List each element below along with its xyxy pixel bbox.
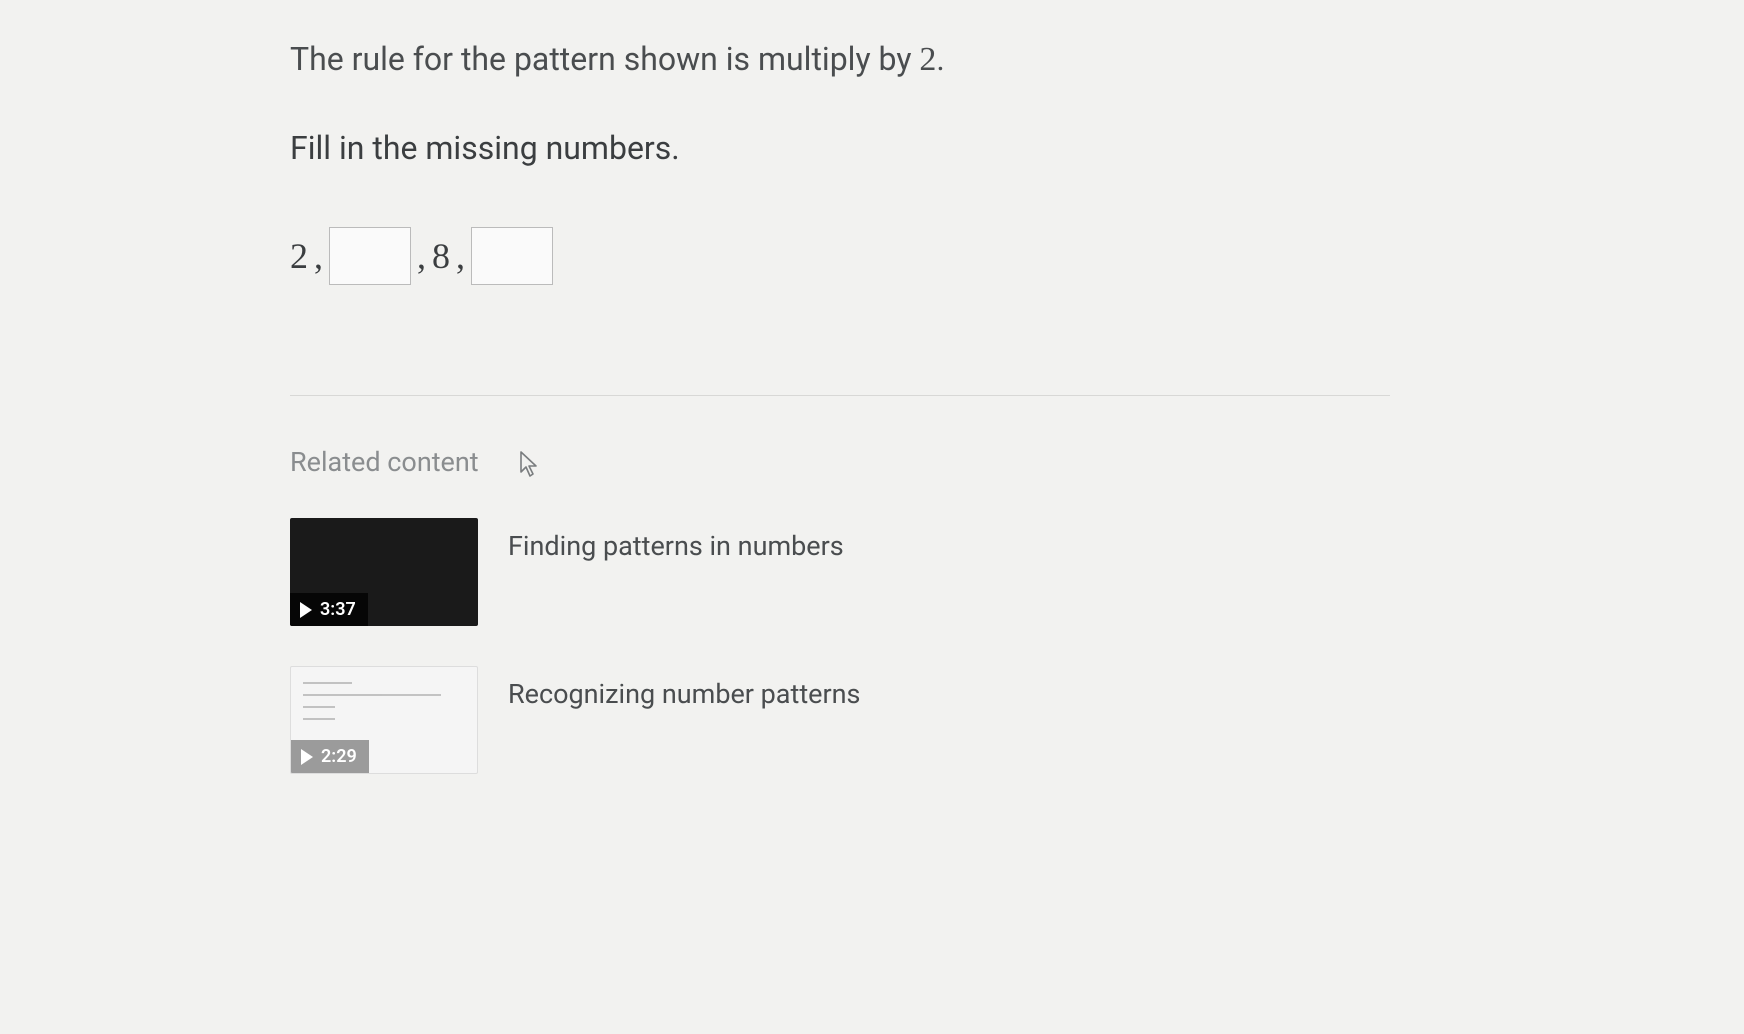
sequence-separator: ,	[417, 235, 426, 277]
related-content-heading: Related content	[290, 446, 479, 478]
cursor-pointer-icon	[518, 450, 544, 484]
number-sequence: 2, , 8,	[290, 227, 1200, 285]
video-thumbnail: 2:29	[290, 666, 478, 774]
section-divider	[290, 395, 1390, 396]
question-rule-text: The rule for the pattern shown is multip…	[290, 40, 1200, 79]
play-icon	[300, 602, 312, 618]
video-thumbnail: 3:37	[290, 518, 478, 626]
video-duration-badge: 2:29	[291, 740, 369, 773]
sequence-term-1: 2	[290, 235, 308, 277]
question-rule-suffix: .	[936, 40, 944, 78]
exercise-content: The rule for the pattern shown is multip…	[0, 0, 1200, 774]
question-rule-prefix: The rule for the pattern shown is multip…	[290, 40, 919, 78]
sequence-separator: ,	[314, 235, 323, 277]
question-rule-number: 2	[919, 41, 936, 78]
sequence-term-3: 8	[432, 235, 450, 277]
thumbnail-content-preview	[303, 682, 465, 732]
play-icon	[301, 749, 313, 765]
sequence-input-2[interactable]	[471, 227, 553, 285]
sequence-input-1[interactable]	[329, 227, 411, 285]
related-video-item[interactable]: 3:37 Finding patterns in numbers	[290, 518, 1200, 626]
video-title: Recognizing number patterns	[508, 666, 860, 710]
related-content-section: Related content 3:37 Finding patterns in…	[290, 446, 1200, 774]
question-instruction: Fill in the missing numbers.	[290, 129, 1200, 167]
video-duration-badge: 3:37	[290, 593, 368, 626]
video-title: Finding patterns in numbers	[508, 518, 844, 562]
video-duration: 3:37	[320, 599, 356, 620]
sequence-separator: ,	[456, 235, 465, 277]
video-duration: 2:29	[321, 746, 357, 767]
related-video-item[interactable]: 2:29 Recognizing number patterns	[290, 666, 1200, 774]
